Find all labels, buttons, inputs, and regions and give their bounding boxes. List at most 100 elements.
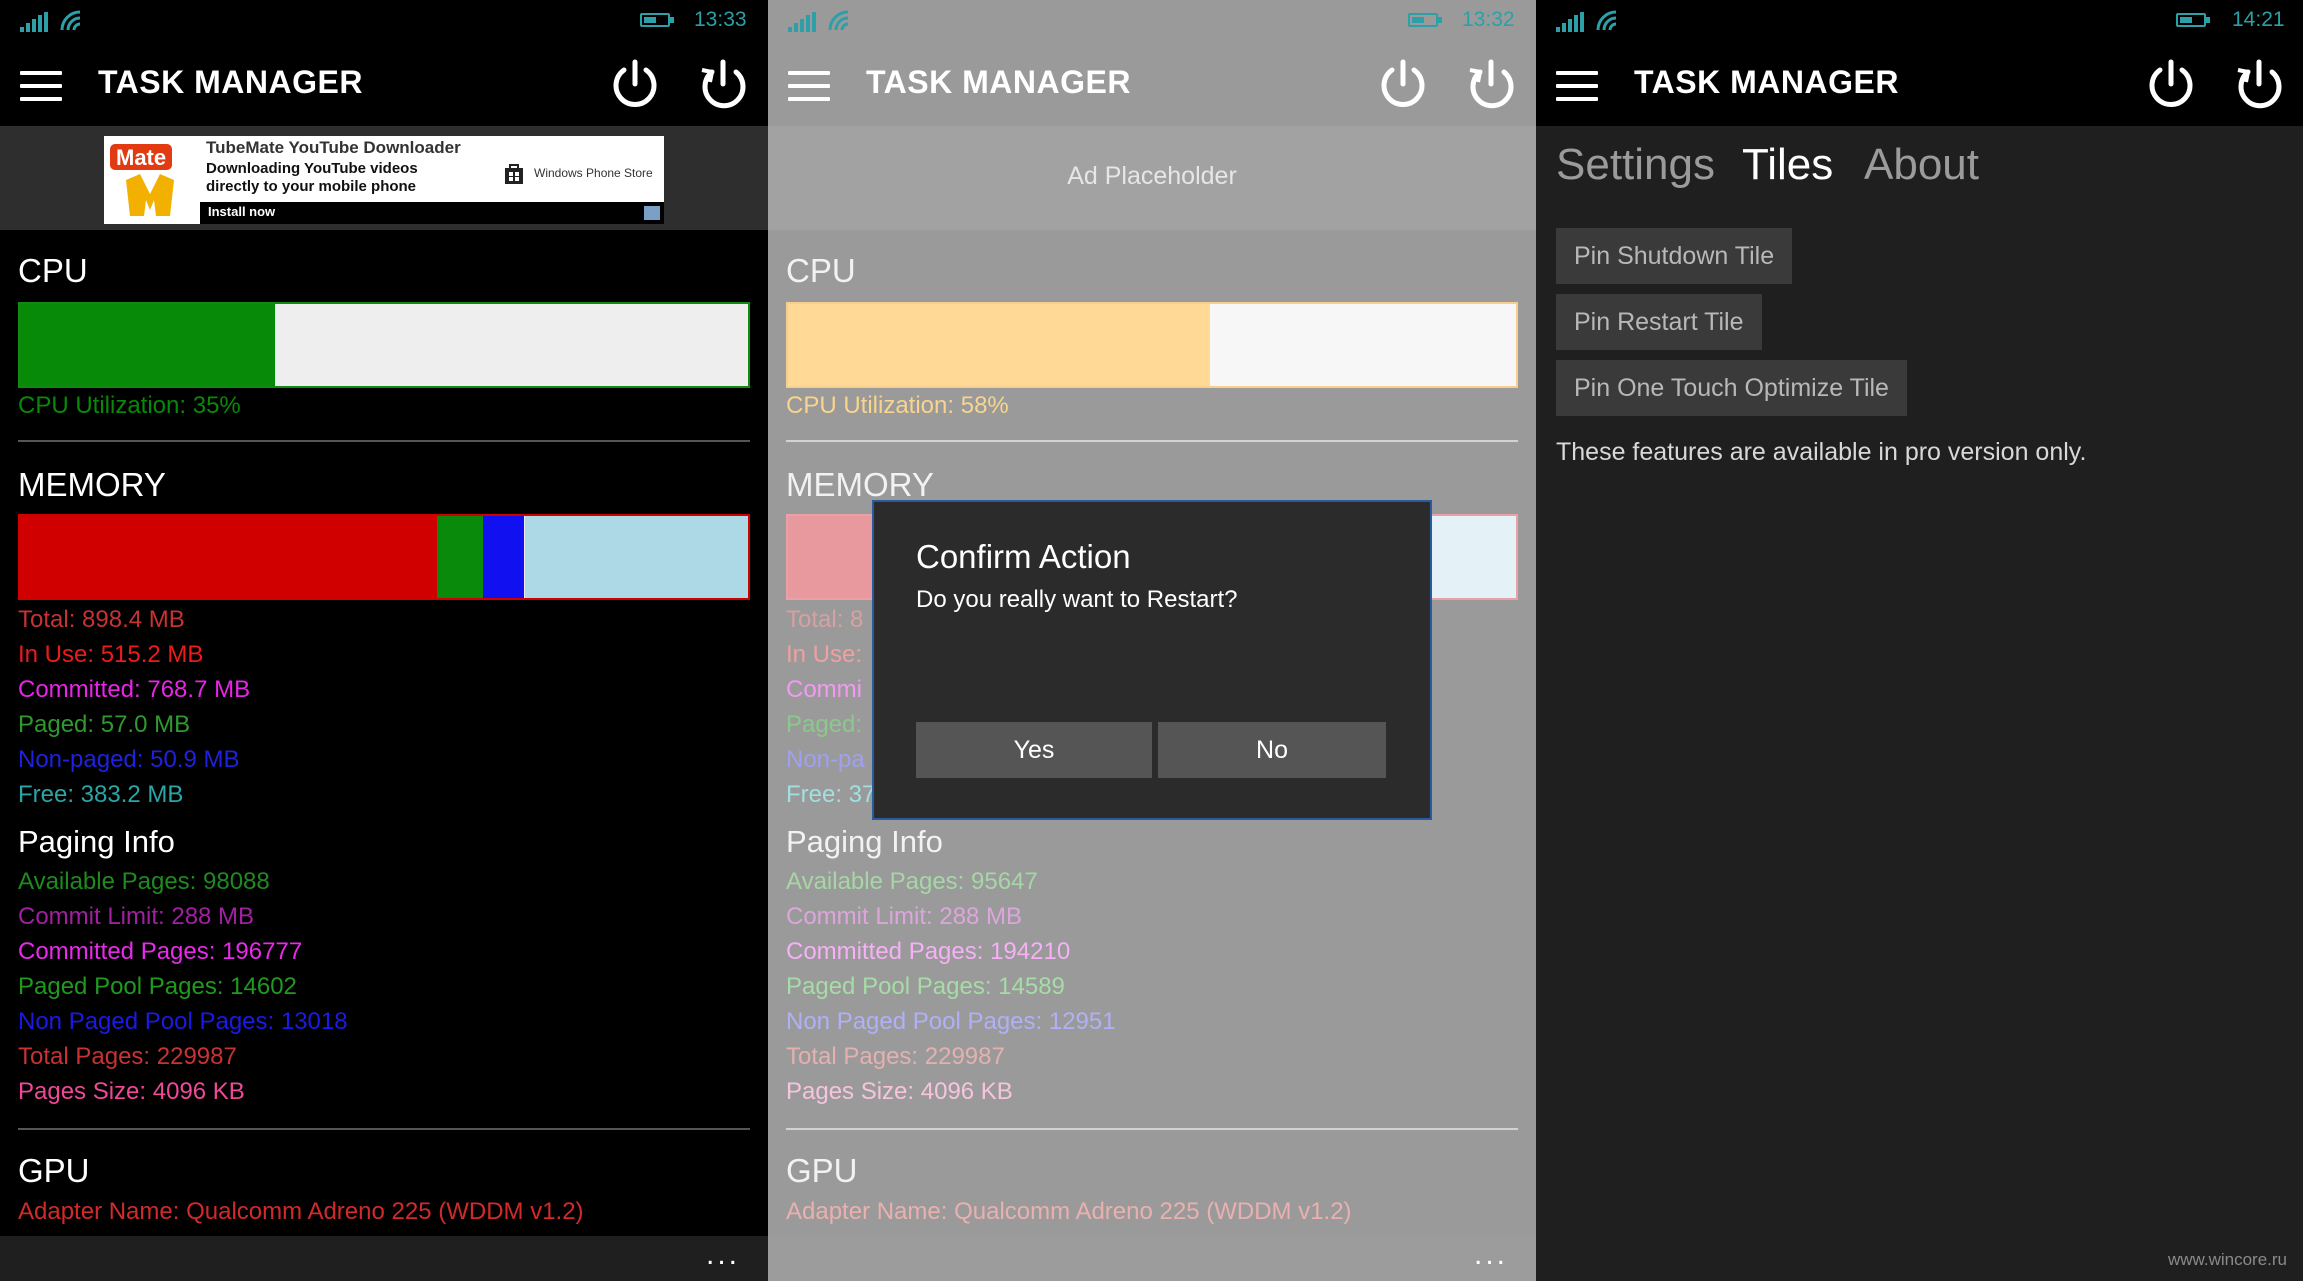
paging-size: Pages Size: 4096 KB: [18, 1078, 245, 1105]
signal-icon: [788, 12, 816, 32]
tab-about[interactable]: About: [1864, 140, 1979, 190]
restart-icon[interactable]: [2232, 56, 2286, 112]
paging-paged-pool: Paged Pool Pages: 14602: [18, 973, 297, 1000]
paging-available: Available Pages: 95647: [786, 868, 1038, 895]
cpu-utilization: CPU Utilization: 35%: [18, 392, 241, 419]
memory-in-use: In Use: 515.2 MB: [18, 641, 204, 668]
task-manager-screen-1: 13:33 TASK MANAGER Mate TubeMate YouTube…: [0, 0, 768, 1281]
windows-store-icon: [505, 164, 523, 184]
power-icon[interactable]: [608, 56, 662, 112]
ad-area: Mate TubeMate YouTube Downloader Downloa…: [0, 126, 768, 230]
memory-paged: Paged:: [786, 711, 863, 738]
paging-committed: Committed Pages: 196777: [18, 938, 303, 965]
cpu-bar: [786, 302, 1518, 388]
ad-line-2: directly to your mobile phone: [206, 178, 417, 195]
restart-icon[interactable]: [1464, 56, 1518, 112]
status-time: 14:21: [2232, 8, 2285, 31]
paging-title: Paging Info: [18, 824, 175, 859]
dialog-title: Confirm Action: [916, 538, 1131, 575]
paging-size: Pages Size: 4096 KB: [786, 1078, 1013, 1105]
ad-info-icon[interactable]: [644, 206, 660, 220]
app-title: TASK MANAGER: [1634, 64, 1899, 100]
signal-icon: [1556, 12, 1584, 32]
memory-paged: Paged: 57.0 MB: [18, 711, 191, 738]
task-manager-screen-3: 14:21 TASK MANAGER Settings Tiles About …: [1536, 0, 2303, 1281]
cpu-bar-fill: [788, 304, 1211, 386]
more-icon[interactable]: ...: [706, 1238, 740, 1272]
power-icon[interactable]: [1376, 56, 1430, 112]
memory-bar-paged: [437, 516, 483, 598]
paging-total: Total Pages: 229987: [18, 1043, 237, 1070]
memory-bar-in-use: [20, 516, 438, 598]
restart-icon[interactable]: [696, 56, 750, 112]
hamburger-icon[interactable]: [1556, 71, 1598, 101]
confirm-dialog: Confirm Action Do you really want to Res…: [872, 500, 1432, 820]
gpu-adapter: Adapter Name: Qualcomm Adreno 225 (WDDM …: [18, 1198, 584, 1225]
memory-total: Total: 898.4 MB: [18, 606, 185, 633]
pro-version-note: These features are available in pro vers…: [1556, 438, 2087, 466]
divider: [18, 1128, 750, 1130]
app-title: TASK MANAGER: [98, 64, 363, 100]
memory-bar-nonpaged: [483, 516, 525, 598]
svg-text:Mate: Mate: [116, 145, 166, 170]
tab-settings[interactable]: Settings: [1556, 140, 1715, 190]
ad-placeholder: Ad Placeholder: [768, 126, 1536, 230]
ad-install-bar[interactable]: Install now: [200, 202, 664, 224]
power-icon[interactable]: [2144, 56, 2198, 112]
paging-paged-pool: Paged Pool Pages: 14589: [786, 973, 1065, 1000]
gpu-title: GPU: [786, 1152, 858, 1189]
hamburger-icon[interactable]: [20, 71, 62, 101]
app-header: TASK MANAGER: [0, 42, 768, 126]
memory-committed: Committed: 768.7 MB: [18, 676, 251, 703]
tubemate-logo: Mate: [104, 136, 200, 224]
pin-restart-tile-button[interactable]: Pin Restart Tile: [1556, 294, 1762, 350]
pin-optimize-tile-button[interactable]: Pin One Touch Optimize Tile: [1556, 360, 1907, 416]
memory-free: Free: 37: [786, 781, 876, 808]
paging-available: Available Pages: 98088: [18, 868, 270, 895]
memory-in-use: In Use:: [786, 641, 863, 668]
dialog-message: Do you really want to Restart?: [916, 586, 1238, 613]
more-icon[interactable]: ...: [1474, 1238, 1508, 1272]
memory-free: Free: 383.2 MB: [18, 781, 184, 808]
hamburger-icon[interactable]: [788, 71, 830, 101]
pin-shutdown-tile-button[interactable]: Pin Shutdown Tile: [1556, 228, 1793, 284]
cpu-title: CPU: [786, 252, 856, 289]
status-time: 13:33: [694, 8, 747, 31]
divider: [18, 440, 750, 442]
ad-install-label: Install now: [208, 204, 276, 219]
watermark: www.wincore.ru: [2167, 1250, 2287, 1269]
battery-icon: [640, 11, 676, 31]
app-bar: ...: [0, 1236, 768, 1281]
status-time: 13:32: [1462, 8, 1515, 31]
paging-nonpaged-pool: Non Paged Pool Pages: 12951: [786, 1008, 1116, 1035]
cpu-bar: [18, 302, 750, 388]
cpu-bar-fill: [20, 304, 275, 386]
paging-total: Total Pages: 229987: [786, 1043, 1005, 1070]
wifi-icon: [1596, 10, 1617, 31]
app-bar: ...: [768, 1236, 1536, 1281]
memory-bar: [18, 514, 750, 600]
yes-button[interactable]: Yes: [916, 722, 1152, 778]
memory-nonpaged: Non-paged: 50.9 MB: [18, 746, 240, 773]
ad-banner[interactable]: Mate TubeMate YouTube Downloader Downloa…: [104, 136, 664, 224]
ad-store-label: Windows Phone Store: [534, 166, 653, 180]
tab-tiles[interactable]: Tiles: [1742, 140, 1833, 190]
cpu-title: CPU: [18, 252, 88, 289]
status-bar: 14:21: [1536, 0, 2303, 42]
gpu-title: GPU: [18, 1152, 90, 1189]
paging-commit-limit: Commit Limit: 288 MB: [18, 903, 255, 930]
paging-nonpaged-pool: Non Paged Pool Pages: 13018: [18, 1008, 348, 1035]
gpu-adapter: Adapter Name: Qualcomm Adreno 225 (WDDM …: [786, 1198, 1352, 1225]
ad-placeholder-label: Ad Placeholder: [1067, 162, 1237, 190]
no-button[interactable]: No: [1158, 722, 1386, 778]
cpu-utilization: CPU Utilization: 58%: [786, 392, 1009, 419]
ad-line-1: Downloading YouTube videos: [206, 160, 418, 177]
paging-title: Paging Info: [786, 824, 943, 859]
memory-bar-free: [524, 516, 748, 598]
status-bar: 13:32: [768, 0, 1536, 42]
divider: [786, 440, 1518, 442]
ad-title: TubeMate YouTube Downloader: [206, 138, 461, 157]
paging-commit-limit: Commit Limit: 288 MB: [786, 903, 1023, 930]
app-title: TASK MANAGER: [866, 64, 1131, 100]
wifi-icon: [828, 10, 849, 31]
